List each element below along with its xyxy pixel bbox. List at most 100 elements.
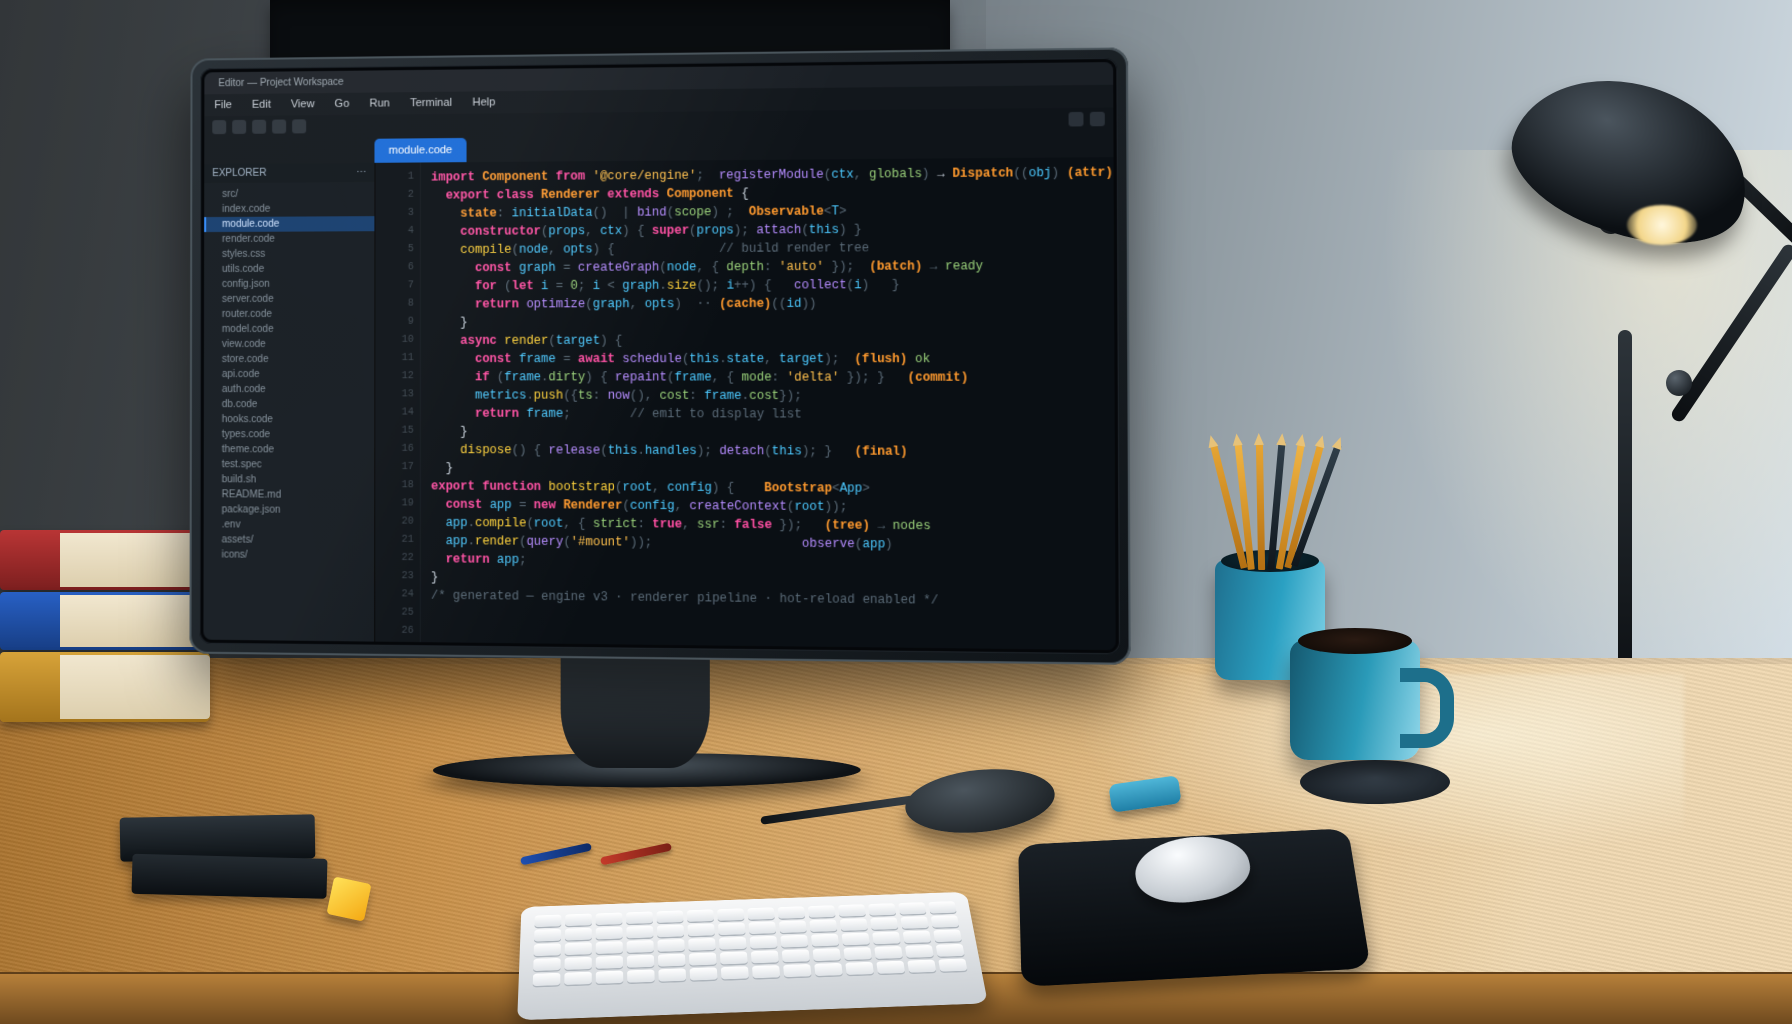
- key: [627, 969, 655, 982]
- file-item[interactable]: store.code: [204, 352, 374, 367]
- file-item[interactable]: auth.code: [204, 382, 374, 397]
- toolbar-icon[interactable]: [212, 120, 226, 134]
- key: [627, 955, 654, 968]
- key: [627, 940, 654, 953]
- file-item[interactable]: README.md: [204, 487, 375, 503]
- key: [719, 937, 747, 950]
- file-item[interactable]: test.spec: [204, 457, 375, 473]
- coaster: [1300, 760, 1450, 804]
- file-item[interactable]: utils.code: [204, 261, 374, 277]
- code-area[interactable]: import Component from '@core/engine'; re…: [421, 157, 1116, 650]
- key: [687, 909, 714, 921]
- sidebar-more-icon[interactable]: ⋯: [356, 167, 366, 178]
- menu-help[interactable]: Help: [462, 96, 505, 109]
- file-item[interactable]: config.json: [204, 276, 374, 292]
- key: [808, 905, 836, 917]
- book-red: [0, 530, 210, 590]
- key: [596, 913, 623, 926]
- file-item[interactable]: view.code: [204, 337, 374, 352]
- file-item[interactable]: db.code: [204, 397, 374, 412]
- file-item[interactable]: router.code: [204, 307, 374, 322]
- key: [688, 938, 716, 951]
- file-item[interactable]: hooks.code: [204, 412, 375, 428]
- key: [564, 972, 591, 985]
- key: [717, 908, 744, 920]
- menu-run[interactable]: Run: [359, 97, 400, 109]
- key: [780, 935, 808, 948]
- file-item[interactable]: package.json: [204, 502, 375, 518]
- file-item[interactable]: src/: [204, 186, 374, 202]
- key: [931, 915, 960, 928]
- file-tree[interactable]: src/index.codemodule.coderender.codestyl…: [203, 182, 374, 642]
- key: [928, 901, 956, 913]
- key: [936, 944, 965, 957]
- code-editor[interactable]: 1234567891011121314151617181920212223242…: [375, 157, 1115, 650]
- key: [751, 950, 779, 963]
- file-item[interactable]: .env: [204, 517, 375, 533]
- ide-window: Editor — Project Workspace FileEditViewG…: [203, 62, 1115, 650]
- menu-terminal[interactable]: Terminal: [400, 97, 462, 110]
- key: [876, 961, 905, 974]
- notebook: [132, 854, 328, 899]
- book-yellow: [0, 652, 210, 722]
- key: [811, 934, 839, 947]
- pencil: [1256, 440, 1265, 570]
- file-item[interactable]: assets/: [204, 532, 375, 548]
- toolbar-icon[interactable]: [1069, 112, 1084, 127]
- lamp-joint: [1666, 370, 1692, 396]
- toolbar-icon[interactable]: [272, 119, 286, 133]
- toolbar-icon[interactable]: [292, 119, 306, 133]
- book-stack: [0, 530, 210, 760]
- sidebar-header: EXPLORER ⋯: [204, 163, 374, 183]
- key: [903, 930, 932, 943]
- file-item[interactable]: types.code: [204, 427, 375, 443]
- key: [840, 918, 868, 931]
- key: [657, 925, 684, 938]
- key: [596, 971, 623, 984]
- menu-view[interactable]: View: [281, 98, 325, 110]
- key: [565, 928, 592, 941]
- key: [750, 936, 778, 949]
- line-gutter: 1234567891011121314151617181920212223242…: [375, 162, 421, 642]
- toolbar-icon[interactable]: [1090, 112, 1105, 127]
- key: [905, 945, 934, 958]
- key: [533, 958, 560, 971]
- key: [898, 902, 926, 914]
- file-item[interactable]: api.code: [204, 367, 374, 382]
- key: [718, 923, 745, 936]
- sidebar-explorer[interactable]: EXPLORER ⋯ src/index.codemodule.coderend…: [203, 163, 375, 642]
- file-item[interactable]: index.code: [204, 201, 374, 217]
- menu-go[interactable]: Go: [325, 98, 360, 110]
- tab-active[interactable]: module.code: [374, 138, 466, 163]
- key: [938, 959, 967, 972]
- file-item[interactable]: module.code: [204, 216, 374, 232]
- key: [900, 916, 928, 929]
- key: [596, 941, 623, 954]
- key: [813, 948, 841, 961]
- file-item[interactable]: render.code: [204, 231, 374, 247]
- menu-edit[interactable]: Edit: [242, 99, 281, 111]
- toolbar-icon[interactable]: [252, 120, 266, 134]
- key: [778, 906, 806, 918]
- file-item[interactable]: model.code: [204, 322, 374, 337]
- key: [933, 929, 962, 942]
- titlebar-label: Editor — Project Workspace: [218, 76, 343, 88]
- key: [809, 919, 837, 932]
- coffee-mug: [1290, 640, 1420, 760]
- file-item[interactable]: server.code: [204, 292, 374, 307]
- file-item[interactable]: theme.code: [204, 442, 375, 458]
- key: [782, 949, 810, 962]
- toolbar-icon[interactable]: [232, 120, 246, 134]
- key: [721, 966, 749, 979]
- file-item[interactable]: styles.css: [204, 246, 374, 262]
- key: [658, 968, 686, 981]
- key: [688, 924, 715, 937]
- monitor: Editor — Project Workspace FileEditViewG…: [189, 47, 1130, 665]
- key: [533, 973, 561, 986]
- file-item[interactable]: build.sh: [204, 472, 375, 488]
- menu-file[interactable]: File: [204, 99, 242, 111]
- key: [565, 914, 592, 927]
- key: [872, 932, 900, 945]
- monitor-stand-neck: [561, 648, 710, 768]
- file-item[interactable]: icons/: [204, 547, 375, 563]
